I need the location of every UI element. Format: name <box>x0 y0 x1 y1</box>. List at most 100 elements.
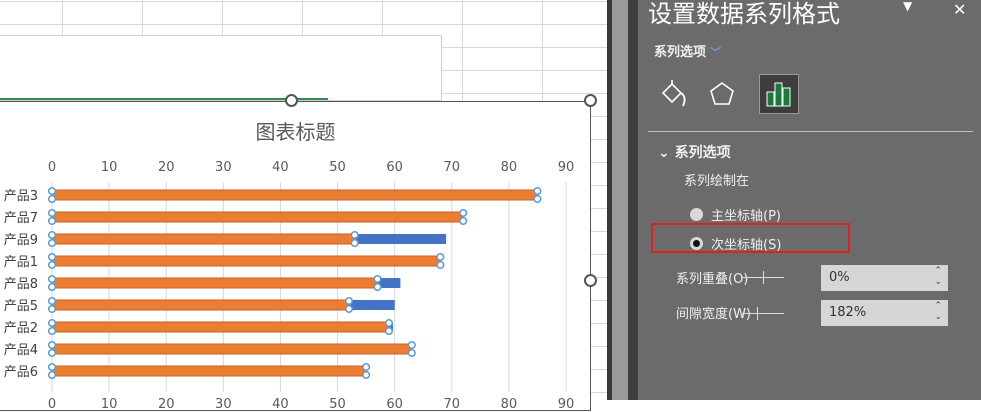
selection-handle <box>47 260 57 270</box>
pane-title: 设置数据系列格式 <box>648 0 840 28</box>
selection-handle <box>47 238 57 248</box>
selection-handle <box>350 230 359 240</box>
effects-tab[interactable] <box>702 74 742 114</box>
bottom-axis-tick-label: 20 <box>158 397 175 412</box>
data-bar[interactable] <box>51 321 390 333</box>
fill-line-tab[interactable] <box>654 74 694 114</box>
gap-width-label: 间隙宽度(W) <box>676 307 751 322</box>
bottom-axis-tick-label: 50 <box>329 397 346 412</box>
bottom-axis-tick-label: 0 <box>48 397 56 412</box>
selection-handle <box>533 194 542 204</box>
bottom-axis-tick-label: 90 <box>558 397 575 412</box>
selection-handle <box>407 340 416 350</box>
top-axis-tick-label: 50 <box>329 160 346 175</box>
selection-handle <box>533 186 542 196</box>
top-axis-tick-label: 60 <box>386 160 403 175</box>
data-bar[interactable] <box>51 299 350 311</box>
data-bar[interactable] <box>51 233 356 245</box>
selection-handle <box>362 370 371 380</box>
bottom-axis-tick-label: 80 <box>501 397 518 412</box>
spinner-value[interactable]: 0% <box>829 270 850 285</box>
resize-handle-top-right[interactable] <box>584 94 597 107</box>
series-overlap-slider[interactable] <box>742 271 784 284</box>
bottom-axis-tick-label: 40 <box>272 397 289 412</box>
series-overlap-spinner[interactable]: 0% ⌃ ⌄ <box>821 265 948 291</box>
gap-width-slider[interactable] <box>742 307 784 320</box>
series-options-tab[interactable] <box>759 74 799 114</box>
selection-handle <box>362 362 371 372</box>
radio-button[interactable] <box>690 208 703 221</box>
selection-handle <box>436 252 445 262</box>
category-label: 产品8 <box>4 277 38 292</box>
selection-handle <box>47 252 57 262</box>
selection-handle <box>47 274 57 284</box>
primary-axis-radio[interactable]: 主坐标轴(P) <box>690 205 781 224</box>
chevron-down-icon: ⌄ <box>658 145 675 161</box>
category-label: 产品5 <box>4 299 38 314</box>
selection-handle <box>350 238 359 248</box>
category-label: 产品6 <box>4 365 38 380</box>
series-overlap-label: 系列重叠(O) <box>676 272 749 287</box>
bottom-axis-tick-label: 10 <box>101 397 118 412</box>
top-axis-tick-label: 80 <box>501 160 518 175</box>
selection-handle <box>47 348 57 358</box>
selection-handle <box>47 282 57 292</box>
data-bar[interactable] <box>51 277 379 289</box>
series-options-label: 系列选项 <box>654 45 707 60</box>
data-bar[interactable] <box>51 211 464 223</box>
selection-handle <box>47 340 57 350</box>
chevron-down-icon: ﹀ <box>710 46 722 59</box>
series-options-dropdown[interactable]: 系列选项 ﹀ <box>654 41 721 60</box>
plot-area[interactable]: 0 0 10 10 20 20 30 30 40 40 50 50 60 60 70 70 80 80 90 90 产品… <box>0 102 591 412</box>
selection-handle <box>384 318 394 328</box>
data-bar[interactable] <box>51 365 367 377</box>
top-axis-tick-label: 90 <box>558 160 575 175</box>
bottom-axis-tick-label: 30 <box>215 397 232 412</box>
highlight-box <box>651 223 850 253</box>
selection-handle <box>459 216 468 226</box>
top-axis-tick-label: 30 <box>215 160 232 175</box>
selection-handle <box>47 318 57 328</box>
selection-handle <box>344 296 354 306</box>
resize-handle-top[interactable] <box>285 94 298 107</box>
category-label: 产品9 <box>4 233 38 248</box>
gap-width-spinner[interactable]: 182% ⌃ ⌄ <box>821 300 948 326</box>
format-data-series-pane: 设置数据系列格式 ▼ ✕ 系列选项 ﹀ ⌄ 系列选项 系列绘制在 主坐标轴(P) … <box>638 0 981 400</box>
bar-chart[interactable]: 图表标题 0 0 10 10 20 20 30 30 40 40 50 50 60 60 70 70 80 80 9… <box>0 101 591 412</box>
resize-handle-right[interactable] <box>584 274 597 287</box>
slider-thumb[interactable] <box>757 307 759 320</box>
close-icon[interactable]: ✕ <box>953 0 966 19</box>
selection-handle <box>47 194 57 204</box>
category-label: 产品3 <box>4 189 38 204</box>
series-options-section-header[interactable]: ⌄ 系列选项 <box>658 142 731 162</box>
selection-handle <box>47 216 57 226</box>
pentagon-icon <box>710 82 734 105</box>
background-chart[interactable] <box>0 35 442 101</box>
plot-series-on-label: 系列绘制在 <box>684 174 750 189</box>
selection-handle <box>407 348 416 358</box>
category-label: 产品2 <box>4 321 38 336</box>
selection-handle <box>436 260 445 270</box>
selection-handle <box>47 186 57 196</box>
bottom-axis-tick-label: 60 <box>386 397 403 412</box>
top-axis-tick-label: 70 <box>444 160 461 175</box>
vertical-scrollbar[interactable] <box>612 0 628 400</box>
spinner-arrows-icon[interactable]: ⌃ ⌄ <box>934 301 942 323</box>
tab-divider <box>648 131 973 132</box>
category-label: 产品1 <box>4 255 38 270</box>
selection-handle <box>47 304 57 314</box>
data-bar[interactable] <box>51 255 441 267</box>
bar-chart-icon <box>766 82 791 107</box>
slider-thumb[interactable] <box>763 271 764 284</box>
data-bar[interactable] <box>51 343 413 355</box>
panel-border <box>628 0 638 400</box>
pane-options-dropdown-icon[interactable]: ▼ <box>903 0 912 13</box>
spinner-arrows-icon[interactable]: ⌃ ⌄ <box>934 266 942 288</box>
chart-line <box>0 98 328 100</box>
category-label: 产品4 <box>4 343 38 358</box>
top-axis-tick-label: 0 <box>48 160 56 175</box>
selection-handle <box>47 230 57 240</box>
selection-handle <box>47 370 57 380</box>
spinner-value[interactable]: 182% <box>829 305 866 320</box>
data-bar[interactable] <box>51 189 538 201</box>
